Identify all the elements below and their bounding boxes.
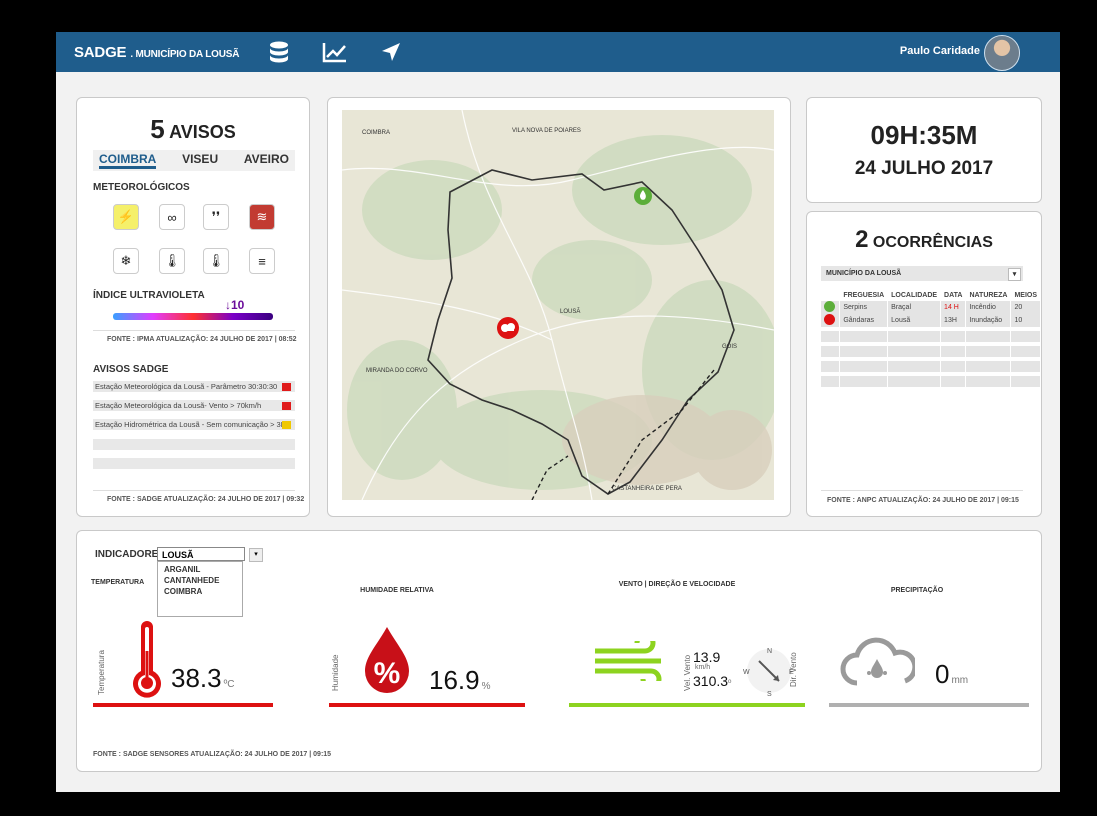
flood-icon <box>824 314 835 325</box>
map-label-lousa: LOUSÃ <box>560 308 580 315</box>
tab-coimbra[interactable]: COIMBRA <box>99 152 157 169</box>
indicators-card: INDICADORES: LOUSÃ ▾ ARGANIL CANTANHEDE … <box>76 530 1042 772</box>
map-label-miranda: MIRANDA DO CORVO <box>366 368 428 374</box>
tab-aveiro[interactable]: AVEIRO <box>244 152 289 169</box>
uv-value: ↓10 <box>225 298 245 312</box>
sadge-alert-empty <box>93 439 295 450</box>
humidity-drop-icon: % <box>361 625 413 700</box>
svg-text:%: % <box>374 657 401 690</box>
humidity-value: 16.9% <box>429 665 491 695</box>
municipality-select[interactable]: MUNICÍPIO DA LOUSÃ ▾ <box>821 266 1023 281</box>
app-frame: SADGE . MUNICÍPIO DA LOUSÃ Paulo Caridad… <box>56 32 1060 792</box>
anpc-source: FONTE : ANPC ATUALIZAÇÃO: 24 JULHO DE 20… <box>827 497 1019 504</box>
sadge-alert-empty <box>93 458 295 469</box>
flood-marker[interactable] <box>497 317 519 339</box>
storm-icon[interactable]: ⚡ <box>113 204 139 230</box>
temperature-side-label: Temperatura <box>97 650 106 695</box>
sadge-title: AVISOS SADGE <box>93 364 169 375</box>
chevron-down-icon[interactable]: ▾ <box>249 548 263 562</box>
map-label-castanheira: CASTANHEIRA DE PERA <box>612 486 682 492</box>
humidity-line <box>329 703 525 707</box>
warnings-card: 5 AVISOS COIMBRA VISEU AVEIRO METEOROLÓG… <box>76 97 310 517</box>
chart-icon[interactable] <box>322 40 348 64</box>
occurrences-heading: 2 OCORRÊNCIAS <box>855 226 993 253</box>
precipitation-value: 0 mm <box>935 659 969 689</box>
table-row-empty <box>821 361 1041 372</box>
sensors-source: FONTE : SADGE SENSORES ATUALIZAÇÃO: 24 J… <box>93 751 332 758</box>
cold-icon[interactable]: 🌡 <box>159 248 185 274</box>
compass-label: N <box>767 648 772 655</box>
location-arrow-icon[interactable] <box>378 40 404 64</box>
fog-icon[interactable]: ≡ <box>249 248 275 274</box>
map-label-gois: GÓIS <box>722 343 737 350</box>
compass-label: W <box>743 669 750 676</box>
chevron-down-icon[interactable]: ▾ <box>1008 268 1021 281</box>
temperature-value: 38.3 ºC <box>171 663 235 693</box>
thermometer-icon <box>127 621 167 706</box>
user-name[interactable]: Paulo Caridade <box>900 45 980 57</box>
dropdown-option[interactable]: CANTANHEDE <box>164 575 236 586</box>
occurrences-table: FREGUESIA LOCALIDADE DATA NATUREZA MEIOS S… <box>821 290 1041 387</box>
avatar[interactable] <box>984 35 1020 71</box>
rain-icon[interactable]: ❜❜ <box>203 204 229 230</box>
temperature-title: TEMPERATURA <box>91 579 145 586</box>
time-card: 09H:35M 24 JULHO 2017 <box>806 97 1042 203</box>
snow-icon[interactable]: ❄ <box>113 248 139 274</box>
wind-speed-side-label: Vel. Vento <box>683 654 692 691</box>
wind-icon[interactable]: ∞ <box>159 204 185 230</box>
brand[interactable]: SADGE . MUNICÍPIO DA LOUSÃ <box>74 44 239 61</box>
table-row[interactable]: Gândaras Lousã 13H Inundação 10 <box>821 314 1041 327</box>
map[interactable]: COIMBRA VILA NOVA DE POIARES LOUSÃ MIRAN… <box>342 110 774 500</box>
wind-title: VENTO | DIREÇÃO E VELOCIDADE <box>618 581 736 588</box>
wind-direction-value: 310.3º <box>693 673 732 689</box>
ipma-source: FONTE : IPMA ATUALIZAÇÃO: 24 JULHO DE 20… <box>107 336 297 343</box>
sadge-alert[interactable]: Estação Hidrométrica da Lousã - Sem comu… <box>93 419 295 430</box>
district-tabs: COIMBRA VISEU AVEIRO <box>93 150 295 171</box>
precipitation-line <box>829 703 1029 707</box>
map-label-coimbra: COIMBRA <box>362 130 390 136</box>
location-select[interactable]: LOUSÃ <box>157 547 245 561</box>
wind-speed-unit: km/h <box>695 664 711 671</box>
sadge-alert[interactable]: Estação Meteorológica da Lousã- Vento > … <box>93 400 295 411</box>
sadge-alert[interactable]: Estação Meteorológica da Lousã - Parâmet… <box>93 381 295 392</box>
wind-lines-icon <box>593 632 669 690</box>
temperature-line <box>93 703 273 707</box>
uv-scale <box>113 313 273 320</box>
fire-marker[interactable] <box>634 187 652 205</box>
wind-speed-value: 13.9 <box>693 649 721 665</box>
tab-viseu[interactable]: VISEU <box>182 152 218 169</box>
humidity-side-label: Humidade <box>331 654 340 691</box>
database-icon[interactable] <box>266 40 292 64</box>
dropdown-option[interactable]: COIMBRA <box>164 586 236 597</box>
table-row[interactable]: Serpins Braçal 14 H Incêndio 20 <box>821 301 1041 314</box>
compass-label: S <box>767 691 772 698</box>
meteo-title: METEOROLÓGICOS <box>93 182 190 193</box>
wind-direction-side-label: Dir. Vento <box>789 652 798 687</box>
date: 24 JULHO 2017 <box>854 158 994 179</box>
uv-title: ÍNDICE ULTRAVIOLETA <box>93 290 205 301</box>
humidity-title: HUMIDADE RELATIVA <box>360 587 434 594</box>
table-row-empty <box>821 346 1041 357</box>
precipitation-title: PRECIPITAÇÃO <box>890 587 944 594</box>
heat-icon[interactable]: 🌡 <box>203 248 229 274</box>
warnings-heading: 5 AVISOS <box>150 114 236 144</box>
table-row-empty <box>821 331 1041 342</box>
rain-cloud-icon <box>839 635 918 700</box>
table-row-empty <box>821 376 1041 387</box>
occurrences-card: 2 OCORRÊNCIAS MUNICÍPIO DA LOUSÃ ▾ FREGUE… <box>806 211 1042 517</box>
map-label-poiares: VILA NOVA DE POIARES <box>512 128 581 134</box>
wind-line <box>569 703 805 707</box>
clock: 09H:35M <box>870 120 978 150</box>
dropdown-option[interactable]: ARGANIL <box>164 564 236 575</box>
location-dropdown: ARGANIL CANTANHEDE COIMBRA <box>157 561 243 617</box>
fire-icon <box>824 301 835 312</box>
top-bar: SADGE . MUNICÍPIO DA LOUSÃ Paulo Caridad… <box>56 32 1060 72</box>
coastal-icon[interactable]: ≋ <box>249 204 275 230</box>
sadge-source: FONTE : SADGE ATUALIZAÇÃO: 24 JULHO DE 2… <box>107 496 305 503</box>
map-card: COIMBRA VILA NOVA DE POIARES LOUSÃ MIRAN… <box>327 97 791 517</box>
